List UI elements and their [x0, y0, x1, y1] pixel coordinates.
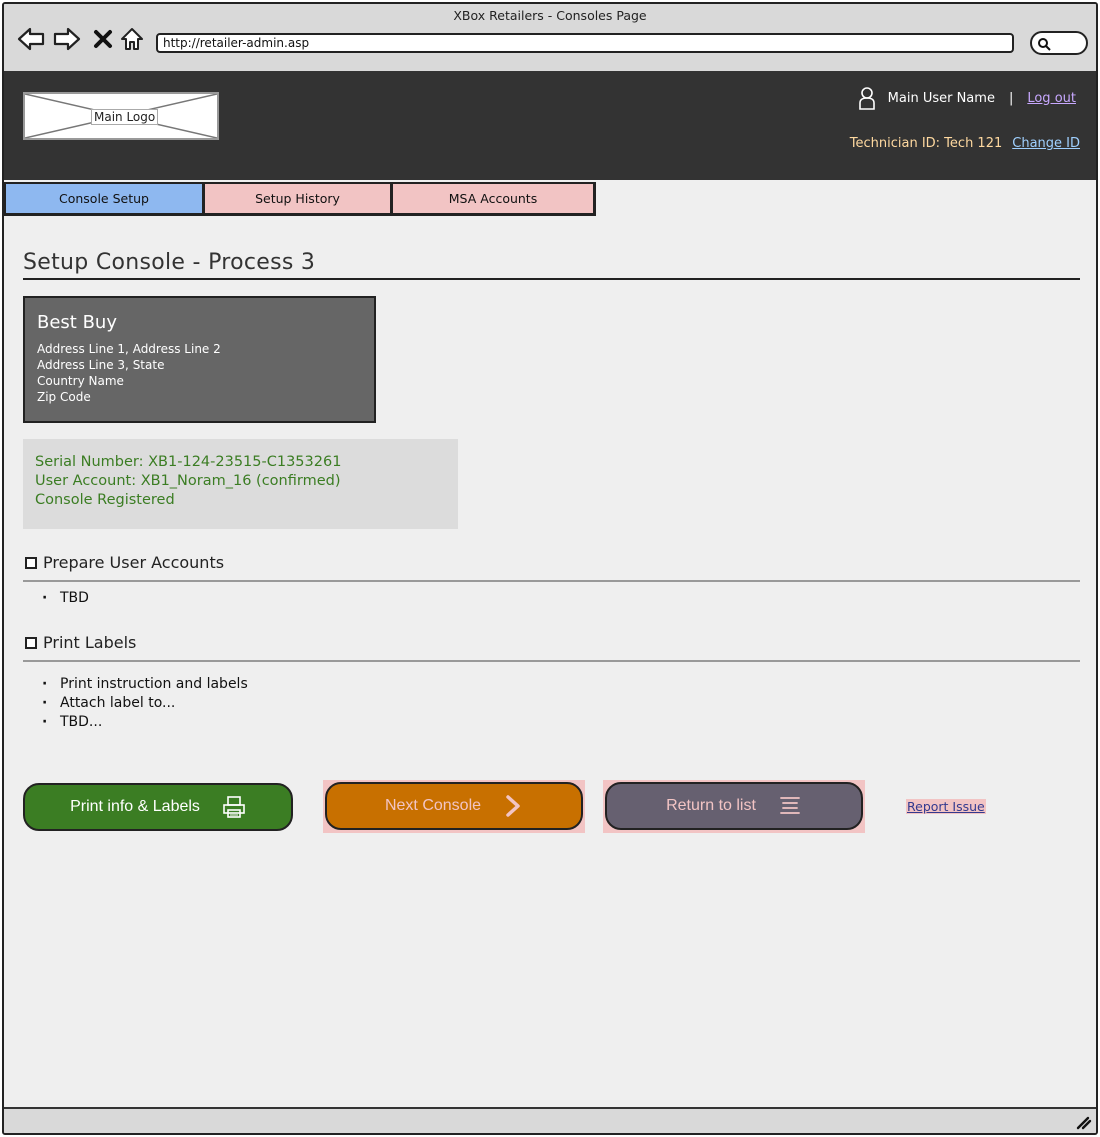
print-labels-list: Print instruction and labels Attach labe…	[42, 675, 248, 732]
app-header: Main Logo Main User Name | Log out Techn…	[4, 73, 1096, 180]
next-console-button[interactable]: Next Console	[325, 782, 583, 830]
title-divider	[23, 278, 1080, 280]
tab-setup-history[interactable]: Setup History	[203, 182, 392, 216]
window-title: XBox Retailers - Consoles Page	[453, 8, 647, 23]
separator: |	[1008, 90, 1014, 106]
arrow-right-icon[interactable]	[52, 24, 82, 54]
prepare-accounts-list: TBD	[42, 589, 89, 608]
section-print-labels: Print Labels	[25, 633, 136, 652]
home-icon[interactable]	[117, 24, 147, 54]
arrow-left-icon[interactable]	[16, 24, 46, 54]
section-divider	[23, 660, 1080, 662]
printer-icon	[223, 796, 245, 818]
chevron-right-icon	[506, 795, 520, 817]
browser-search-field[interactable]	[1030, 31, 1088, 55]
technician-bar: Technician ID: Tech 121 Change ID	[850, 136, 1080, 151]
next-button-label: Next Console	[384, 797, 482, 814]
list-item: Print instruction and labels	[42, 675, 248, 694]
user-icon	[858, 86, 878, 110]
url-input[interactable]: http://retailer-admin.asp	[156, 33, 1014, 53]
resize-grip-icon[interactable]	[1074, 1114, 1092, 1130]
section-title: Print Labels	[43, 633, 137, 652]
serial-number: Serial Number: XB1-124-23515-C1353261	[35, 454, 342, 470]
console-status-panel: Serial Number: XB1-124-23515-C1353261 Us…	[23, 439, 458, 529]
close-icon[interactable]	[88, 24, 118, 54]
return-to-list-button[interactable]: Return to list	[605, 782, 863, 830]
user-bar: Main User Name | Log out	[858, 85, 1076, 111]
main-logo[interactable]: Main Logo	[23, 92, 219, 140]
list-item: TBD	[42, 589, 89, 608]
user-name: Main User Name	[887, 90, 995, 106]
browser-window: XBox Retailers - Consoles Page http://re…	[2, 2, 1098, 1135]
technician-id: Technician ID: Tech 121	[849, 136, 1003, 151]
browser-chrome: XBox Retailers - Consoles Page http://re…	[4, 4, 1096, 73]
registration-status: Console Registered	[35, 492, 175, 508]
report-issue-link[interactable]: Report Issue	[906, 799, 986, 814]
store-address-line: Address Line 3, State	[37, 358, 165, 372]
logo-label: Main Logo	[91, 109, 159, 125]
user-account: User Account: XB1_Noram_16 (confirmed)	[35, 473, 341, 489]
browser-status-bar	[4, 1107, 1096, 1133]
tab-console-setup[interactable]: Console Setup	[4, 182, 204, 216]
tab-msa-accounts[interactable]: MSA Accounts	[391, 182, 596, 216]
tab-bar: Console Setup Setup History MSA Accounts	[4, 182, 596, 218]
store-country: Country Name	[37, 374, 124, 388]
list-item: TBD...	[42, 713, 248, 732]
list-icon	[780, 797, 800, 814]
page-title: Setup Console - Process 3	[23, 250, 316, 275]
store-name: Best Buy	[37, 312, 117, 333]
print-labels-checkbox[interactable]	[25, 636, 37, 649]
store-address-line: Address Line 1, Address Line 2	[37, 342, 221, 356]
section-title: Prepare User Accounts	[43, 553, 225, 572]
prepare-accounts-checkbox[interactable]	[25, 556, 37, 569]
search-icon	[1038, 38, 1051, 51]
return-button-label: Return to list	[666, 797, 756, 814]
logout-link[interactable]: Log out	[1027, 91, 1076, 106]
print-labels-button[interactable]: Print info & Labels	[23, 783, 293, 831]
store-card: Best Buy Address Line 1, Address Line 2 …	[23, 296, 376, 423]
section-divider	[23, 580, 1080, 582]
section-prepare-accounts: Prepare User Accounts	[25, 553, 224, 572]
store-zip: Zip Code	[37, 390, 91, 404]
print-button-label: Print info & Labels	[70, 798, 200, 815]
list-item: Attach label to...	[42, 694, 248, 713]
change-id-link[interactable]: Change ID	[1012, 136, 1080, 151]
